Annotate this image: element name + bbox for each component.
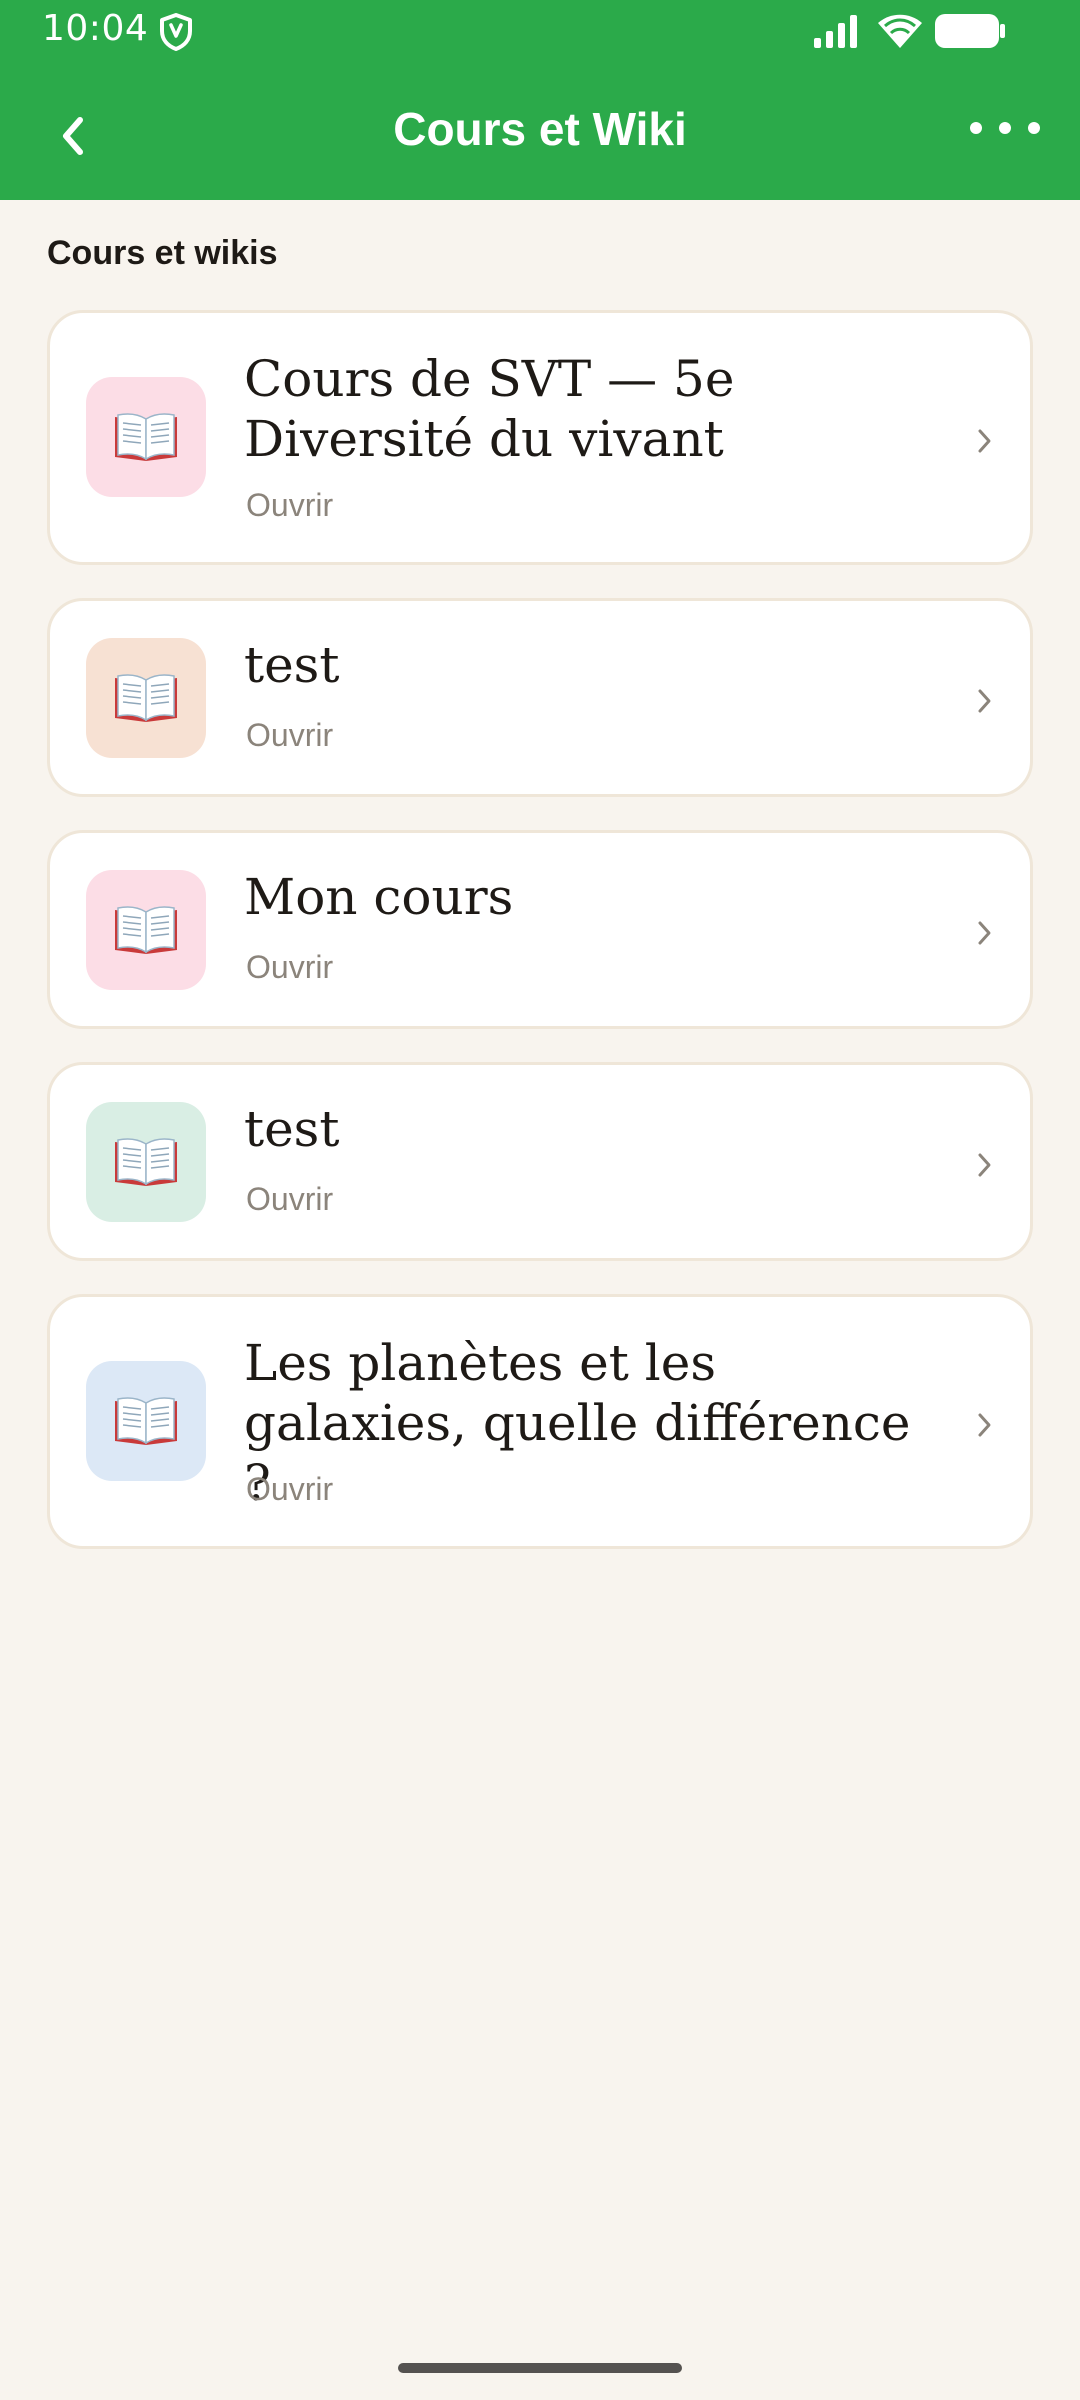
status-time: 10:04	[42, 8, 149, 49]
dot	[970, 122, 982, 134]
list-item[interactable]: Cours de SVT — 5e Diversité du vivant Ou…	[47, 310, 1033, 565]
signal-icon	[814, 15, 857, 48]
icon-tile	[86, 1102, 206, 1222]
item-title: test	[244, 636, 340, 694]
open-book-icon	[115, 906, 177, 954]
open-book-icon	[115, 1138, 177, 1186]
chevron-right-icon	[978, 1413, 991, 1437]
dot	[1028, 122, 1040, 134]
item-title: test	[244, 1100, 340, 1158]
open-book-icon	[115, 413, 177, 461]
home-indicator[interactable]	[398, 2363, 682, 2373]
icon-tile	[86, 377, 206, 497]
icon-tile	[86, 870, 206, 990]
chevron-right-icon	[978, 689, 991, 713]
item-subtitle: Ouvrir	[246, 487, 334, 523]
dot	[999, 122, 1011, 134]
app-bar: Cours et Wiki	[0, 62, 1080, 200]
chevron-right-icon	[978, 921, 991, 945]
item-subtitle: Ouvrir	[246, 949, 334, 985]
app-header: 10:04 Cours et Wiki	[0, 0, 1080, 200]
item-title: Mon cours	[244, 868, 514, 926]
list-item[interactable]: Mon cours Ouvrir	[47, 830, 1033, 1029]
shield-icon	[160, 13, 192, 51]
chevron-right-icon	[978, 429, 991, 453]
battery-icon	[935, 14, 1005, 48]
status-bar: 10:04	[0, 0, 1080, 62]
section-label: Cours et wikis	[47, 234, 278, 272]
item-title: Les planètes et les galaxies, quelle dif…	[244, 1334, 911, 1512]
list-item[interactable]: test Ouvrir	[47, 598, 1033, 797]
list-item[interactable]: test Ouvrir	[47, 1062, 1033, 1261]
icon-tile	[86, 638, 206, 758]
wifi-icon	[878, 14, 922, 48]
more-horizontal-icon[interactable]	[970, 108, 1040, 148]
list-item[interactable]: Les planètes et les galaxies, quelle dif…	[47, 1294, 1033, 1549]
chevron-right-icon	[978, 1153, 991, 1177]
open-book-icon	[115, 1397, 177, 1445]
item-subtitle: Ouvrir	[246, 1471, 334, 1507]
page-title: Cours et Wiki	[393, 103, 687, 155]
item-title: Cours de SVT — 5e Diversité du vivant	[244, 350, 735, 468]
item-subtitle: Ouvrir	[246, 1181, 334, 1217]
open-book-icon	[115, 674, 177, 722]
item-subtitle: Ouvrir	[246, 717, 334, 753]
course-list: Cours de SVT — 5e Diversité du vivant Ou…	[47, 310, 1033, 1582]
icon-tile	[86, 1361, 206, 1481]
